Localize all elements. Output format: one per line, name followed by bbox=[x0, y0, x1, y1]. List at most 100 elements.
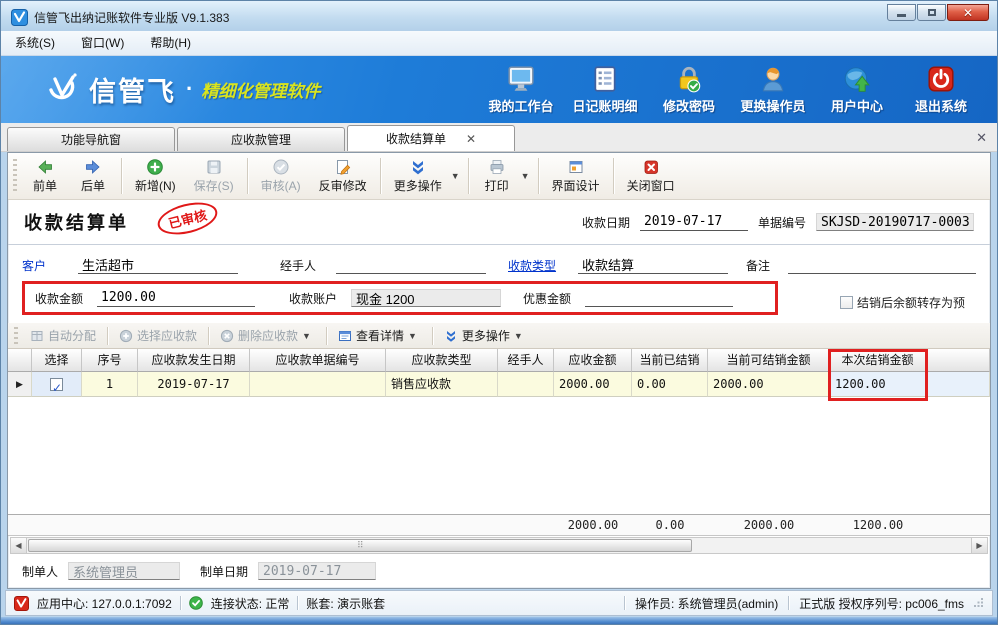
remark-field[interactable] bbox=[788, 256, 976, 274]
grid-corner-cell bbox=[8, 349, 32, 372]
create-date-field[interactable] bbox=[258, 562, 376, 580]
row-checkbox-cell[interactable] bbox=[32, 372, 82, 397]
form-title: 收款结算单 bbox=[24, 209, 129, 235]
unaudit-edit-icon bbox=[334, 158, 352, 176]
my-workbench-button[interactable]: 我的工作台 bbox=[479, 64, 563, 115]
user-center-button[interactable]: 用户中心 bbox=[815, 64, 899, 115]
restore-button[interactable] bbox=[917, 4, 946, 21]
amount-label: 收款金额 bbox=[35, 290, 97, 307]
form-fields: 客户 经手人 收款类型 备注 收款金额 收款账户 优惠金额 结销后余额转存为预 bbox=[8, 245, 990, 323]
journal-detail-button[interactable]: 日记账明细 bbox=[563, 64, 647, 115]
ui-design-button[interactable]: 界面设计 bbox=[543, 155, 609, 198]
amount-field[interactable] bbox=[97, 289, 255, 307]
handler-field[interactable] bbox=[336, 256, 486, 274]
change-password-button[interactable]: 修改密码 bbox=[647, 64, 731, 115]
summary-settled: 0.00 bbox=[632, 518, 708, 532]
window-bottom-border bbox=[1, 617, 997, 624]
scroll-left-button[interactable]: ◀ bbox=[11, 538, 27, 553]
title-bar: 信管飞出纳记账软件专业版 V9.1.383 ✕ bbox=[1, 1, 997, 31]
receipt-type-label[interactable]: 收款类型 bbox=[508, 257, 578, 274]
print-caret-icon[interactable]: ▼ bbox=[521, 171, 530, 181]
ui-design-window-icon bbox=[567, 158, 585, 176]
app-window: 信管飞出纳记账软件专业版 V9.1.383 ✕ 系统(S) 窗口(W) 帮助(H… bbox=[0, 0, 998, 625]
receipt-date-field[interactable] bbox=[640, 213, 748, 231]
status-connected-icon bbox=[189, 596, 203, 610]
save-button[interactable]: 保存(S) bbox=[185, 155, 243, 198]
date-cell[interactable]: 2019-07-17 bbox=[138, 372, 250, 397]
auto-assign-button[interactable]: 自动分配 bbox=[22, 325, 104, 347]
tab-close-icon[interactable]: ✕ bbox=[466, 132, 476, 146]
menu-bar: 系统(S) 窗口(W) 帮助(H) bbox=[1, 31, 997, 56]
tabstrip-close-icon[interactable]: ✕ bbox=[976, 130, 987, 146]
tab-receivable-mgmt[interactable]: 应收款管理 bbox=[177, 127, 345, 151]
account-field[interactable] bbox=[351, 289, 501, 307]
delete-receivable-button[interactable]: 删除应收款 ▼ bbox=[212, 325, 323, 347]
available-cell[interactable]: 2000.00 bbox=[708, 372, 830, 397]
menu-help[interactable]: 帮助(H) bbox=[150, 34, 191, 51]
menu-system[interactable]: 系统(S) bbox=[15, 34, 55, 51]
amount-cell[interactable]: 2000.00 bbox=[554, 372, 632, 397]
creator-field[interactable] bbox=[68, 562, 180, 580]
type-cell[interactable]: 销售应收款 bbox=[386, 372, 498, 397]
summary-amount: 2000.00 bbox=[554, 518, 632, 532]
resize-grip-icon bbox=[974, 598, 984, 608]
transfer-balance-checkbox[interactable] bbox=[840, 296, 853, 309]
customer-field[interactable] bbox=[78, 256, 238, 274]
menu-window[interactable]: 窗口(W) bbox=[81, 34, 124, 51]
seq-cell[interactable]: 1 bbox=[82, 372, 138, 397]
grid-more-actions-button[interactable]: 更多操作 ▼ bbox=[436, 325, 535, 347]
grid-more-chevron-icon bbox=[444, 329, 458, 343]
transfer-balance-label: 结销后余额转存为预 bbox=[857, 294, 965, 311]
grid-more-caret-icon[interactable]: ▼ bbox=[514, 331, 523, 341]
minimize-icon bbox=[897, 14, 906, 17]
create-date-label: 制单日期 bbox=[200, 563, 248, 580]
discount-field[interactable] bbox=[585, 289, 733, 307]
summary-available: 2000.00 bbox=[708, 518, 830, 532]
doc-footer: 制单人 制单日期 bbox=[8, 554, 990, 588]
minimize-button[interactable] bbox=[887, 4, 916, 21]
audit-button[interactable]: 审核(A) bbox=[252, 155, 310, 198]
app-logo-icon bbox=[11, 9, 28, 26]
delete-caret-icon: ▼ bbox=[302, 331, 311, 341]
doc-no-field[interactable] bbox=[816, 213, 974, 231]
receipt-type-field[interactable] bbox=[578, 256, 728, 274]
user-center-globe-icon bbox=[842, 64, 872, 94]
more-actions-button[interactable]: 更多操作 bbox=[385, 155, 451, 198]
horizontal-scrollbar[interactable]: ◀ ▶ bbox=[10, 537, 988, 554]
arrow-right-icon bbox=[84, 158, 102, 176]
scroll-right-button[interactable]: ▶ bbox=[971, 538, 987, 553]
status-license: 正式版 授权序列号: pc006_fms bbox=[799, 595, 964, 612]
doc-no-cell[interactable] bbox=[250, 372, 386, 397]
close-window-button[interactable]: 关闭窗口 bbox=[618, 155, 684, 198]
creator-label: 制单人 bbox=[22, 563, 58, 580]
close-button[interactable]: ✕ bbox=[947, 4, 989, 21]
next-doc-button[interactable]: 后单 bbox=[69, 155, 117, 198]
more-actions-caret-icon[interactable]: ▼ bbox=[451, 171, 460, 181]
window-title: 信管飞出纳记账软件专业版 V9.1.383 bbox=[34, 9, 229, 26]
select-receivable-button[interactable]: 选择应收款 bbox=[111, 325, 205, 347]
receipt-date-label: 收款日期 bbox=[582, 214, 630, 231]
grid-empty-area bbox=[8, 397, 990, 514]
tab-receipt-settlement[interactable]: 收款结算单 ✕ bbox=[347, 125, 515, 151]
switch-operator-button[interactable]: 更换操作员 bbox=[731, 64, 815, 115]
exit-system-button[interactable]: 退出系统 bbox=[899, 64, 983, 115]
view-detail-caret-icon[interactable]: ▼ bbox=[408, 331, 417, 341]
status-connection: 连接状态: 正常 bbox=[211, 595, 290, 612]
settled-cell[interactable]: 0.00 bbox=[632, 372, 708, 397]
tab-function-nav[interactable]: 功能导航窗 bbox=[7, 127, 175, 151]
table-row[interactable]: ▶ 1 2019-07-17 销售应收款 2000.00 0.00 2000.0… bbox=[8, 372, 990, 397]
row-selector-cell[interactable]: ▶ bbox=[8, 372, 32, 397]
status-operator: 操作员: 系统管理员(admin) bbox=[635, 595, 778, 612]
view-detail-button[interactable]: 查看详情 ▼ bbox=[330, 325, 429, 347]
exit-power-icon bbox=[926, 64, 956, 94]
handler-cell[interactable] bbox=[498, 372, 554, 397]
print-button[interactable]: 打印 bbox=[473, 155, 521, 198]
row-checkbox-checked[interactable] bbox=[50, 378, 63, 391]
operator-person-icon bbox=[758, 64, 788, 94]
brand-logo: 信管飞 · 精细化管理软件 bbox=[43, 70, 320, 109]
scrollbar-thumb[interactable] bbox=[28, 539, 692, 552]
prev-doc-button[interactable]: 前单 bbox=[21, 155, 69, 198]
add-button[interactable]: 新增(N) bbox=[126, 155, 185, 198]
unaudit-button[interactable]: 反审修改 bbox=[310, 155, 376, 198]
current-settle-cell[interactable]: 1200.00 bbox=[830, 372, 926, 397]
